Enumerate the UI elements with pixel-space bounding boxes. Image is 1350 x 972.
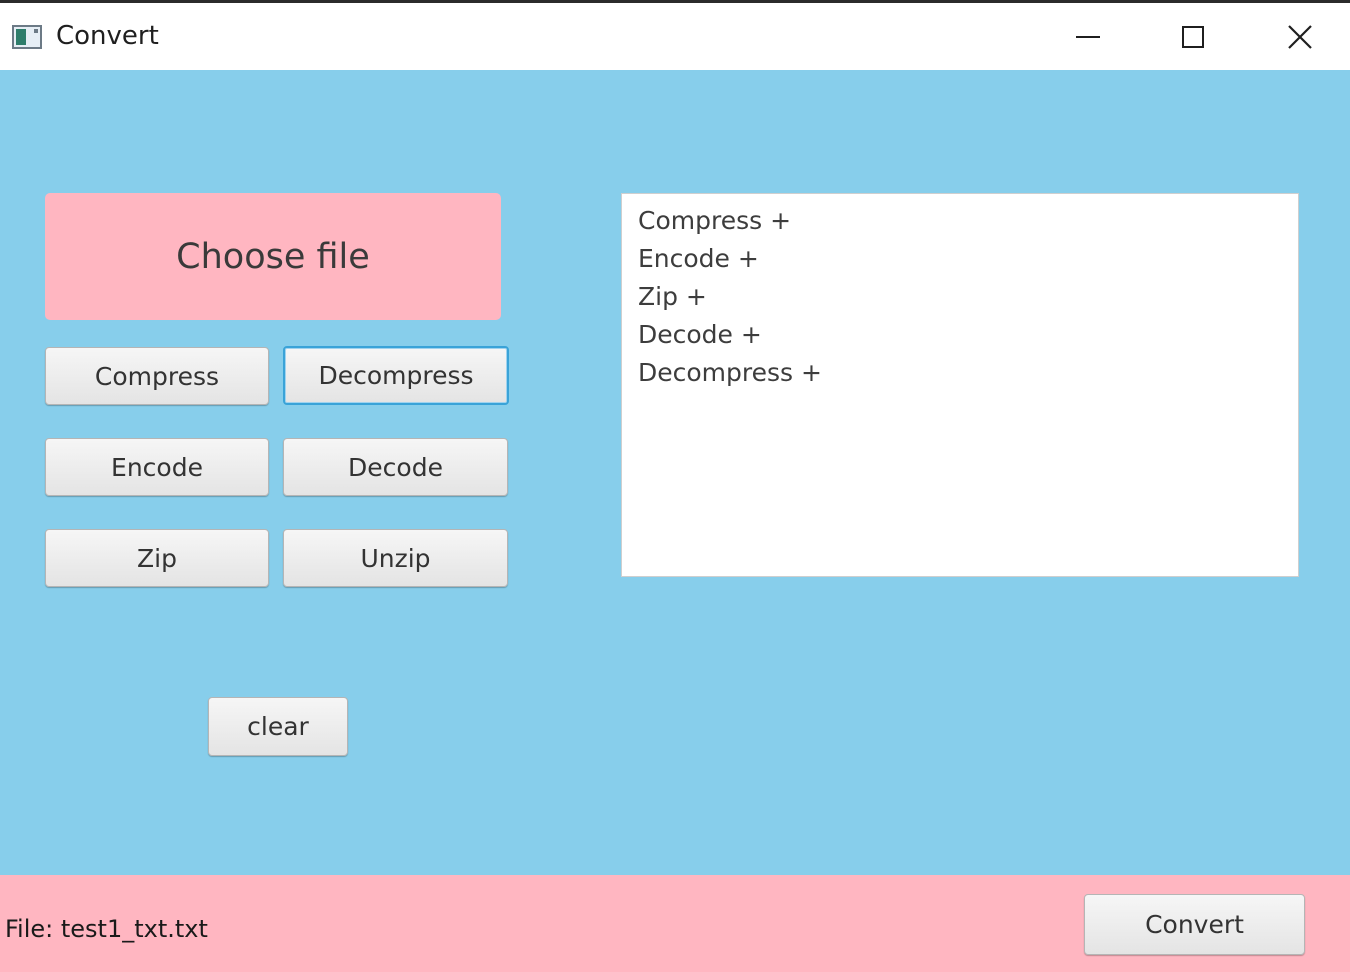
title-bar: Convert	[0, 0, 1350, 70]
app-window-icon	[12, 25, 42, 49]
choose-file-button[interactable]: Choose file	[45, 193, 501, 320]
unzip-button[interactable]: Unzip	[283, 529, 508, 587]
file-status-label: File: test1_txt.txt	[5, 915, 208, 943]
convert-window: Convert Choose file Compress Decompress …	[0, 0, 1350, 972]
operations-list[interactable]: Compress + Encode + Zip + Decode + Decom…	[621, 193, 1299, 577]
decode-button[interactable]: Decode	[283, 438, 508, 496]
compress-button[interactable]: Compress	[45, 347, 269, 405]
list-item[interactable]: Encode +	[638, 240, 1298, 278]
list-item[interactable]: Decompress +	[638, 354, 1298, 392]
list-item[interactable]: Zip +	[638, 278, 1298, 316]
window-title: Convert	[56, 21, 159, 51]
close-button[interactable]	[1264, 13, 1334, 63]
clear-button[interactable]: clear	[208, 697, 348, 756]
minimize-icon	[1076, 36, 1100, 38]
maximize-icon	[1182, 26, 1204, 48]
close-icon	[1288, 25, 1312, 49]
convert-button[interactable]: Convert	[1084, 894, 1305, 955]
zip-button[interactable]: Zip	[45, 529, 269, 587]
minimize-button[interactable]	[1054, 13, 1124, 63]
decompress-button[interactable]: Decompress	[283, 346, 509, 405]
list-item[interactable]: Decode +	[638, 316, 1298, 354]
encode-button[interactable]: Encode	[45, 438, 269, 496]
list-item[interactable]: Compress +	[638, 202, 1298, 240]
maximize-button[interactable]	[1158, 13, 1228, 63]
